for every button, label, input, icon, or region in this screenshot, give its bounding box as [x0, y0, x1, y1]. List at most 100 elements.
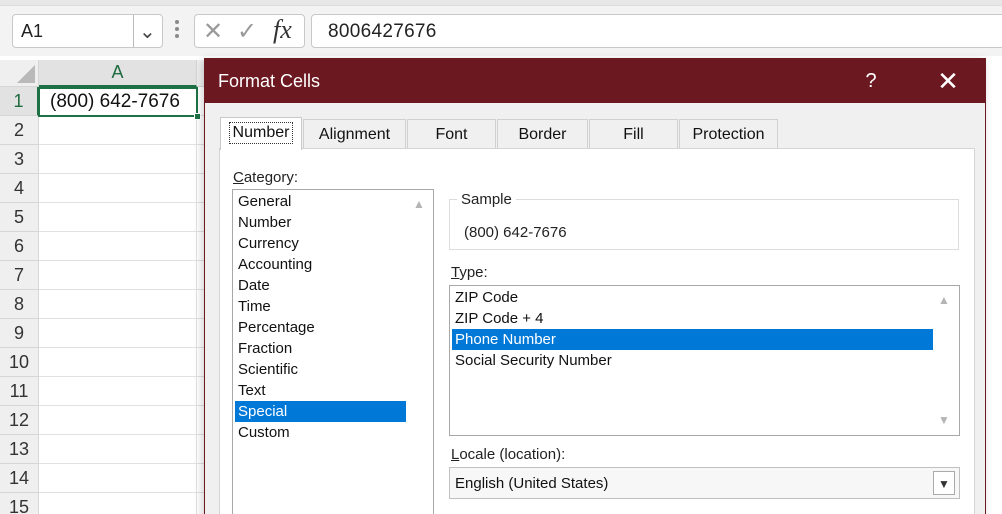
- formula-bar-buttons: ✕ ✓ fx: [194, 14, 305, 48]
- formula-bar-grip-icon[interactable]: [174, 18, 180, 40]
- category-item[interactable]: Scientific: [235, 359, 406, 380]
- tab-font[interactable]: Font: [407, 119, 496, 149]
- cell-row[interactable]: [39, 174, 209, 203]
- help-button[interactable]: ?: [851, 63, 891, 99]
- cell-row[interactable]: [39, 319, 209, 348]
- chevron-down-icon[interactable]: ▼: [933, 471, 955, 495]
- cell-row[interactable]: [39, 232, 209, 261]
- gridline: [196, 377, 197, 406]
- close-button[interactable]: ✕: [925, 63, 971, 99]
- row-header[interactable]: 11: [0, 377, 39, 406]
- gridline: [196, 145, 197, 174]
- cell-row[interactable]: [39, 377, 209, 406]
- cell-row[interactable]: [39, 464, 209, 493]
- category-item[interactable]: Custom: [235, 422, 406, 443]
- gridline: [196, 319, 197, 348]
- cell-row[interactable]: [39, 203, 209, 232]
- gridline: [196, 174, 197, 203]
- category-list[interactable]: General Number Currency Accounting Date Time P…: [232, 189, 434, 514]
- formula-input[interactable]: 8006427676: [311, 14, 1002, 48]
- cell-row[interactable]: [39, 406, 209, 435]
- type-item[interactable]: ZIP Code + 4: [452, 308, 933, 329]
- cell-row[interactable]: [39, 145, 209, 174]
- number-tab-panel: Category: General Number Currency Accountin…: [219, 148, 975, 514]
- category-item[interactable]: Accounting: [235, 254, 406, 275]
- locale-value: English (United States): [455, 475, 609, 492]
- chevron-up-icon[interactable]: ▲: [411, 196, 427, 212]
- tab-alignment[interactable]: Alignment: [303, 119, 406, 149]
- tab-border[interactable]: Border: [497, 119, 588, 149]
- name-box[interactable]: A1 ⌄: [12, 14, 163, 48]
- formula-bar: A1 ⌄ ✕ ✓ fx 8006427676: [0, 0, 1002, 56]
- row-header[interactable]: 5: [0, 203, 39, 232]
- chevron-down-icon[interactable]: ▼: [936, 412, 952, 428]
- chevron-up-icon[interactable]: ▲: [936, 292, 952, 308]
- cell-row[interactable]: [39, 261, 209, 290]
- row-header[interactable]: 2: [0, 116, 39, 145]
- tab-number[interactable]: Number: [220, 117, 302, 150]
- worksheet-grid: A 1 2 3 4 5 6 7 8 9 10 11 12 13 14 15 (800) 642-7676: [0, 60, 217, 514]
- cell-a1[interactable]: (800) 642-7676: [38, 87, 201, 120]
- category-item[interactable]: Percentage: [235, 317, 406, 338]
- cell-row[interactable]: [39, 435, 209, 464]
- type-item[interactable]: Social Security Number: [452, 350, 933, 371]
- gridline: [196, 348, 197, 377]
- formula-value: 8006427676: [328, 21, 437, 42]
- category-item[interactable]: Special: [235, 401, 406, 422]
- row-header[interactable]: 8: [0, 290, 39, 319]
- locale-label: Locale (location):: [451, 446, 566, 463]
- type-list[interactable]: ZIP Code ZIP Code + 4 Phone Number Social S…: [449, 285, 960, 436]
- tab-protection[interactable]: Protection: [679, 119, 778, 149]
- category-item[interactable]: General: [235, 191, 406, 212]
- cell-row[interactable]: [39, 290, 209, 319]
- type-item[interactable]: Phone Number: [452, 329, 933, 350]
- column-header-a[interactable]: A: [39, 60, 197, 87]
- tab-fill[interactable]: Fill: [589, 119, 678, 149]
- category-item[interactable]: Time: [235, 296, 406, 317]
- format-cells-dialog: Format Cells ? ✕ Number Alignment Font B…: [204, 58, 986, 514]
- type-item[interactable]: ZIP Code: [452, 287, 933, 308]
- gridline: [196, 203, 197, 232]
- enter-icon[interactable]: ✓: [237, 17, 257, 46]
- dialog-title: Format Cells: [218, 71, 321, 91]
- gridline: [196, 290, 197, 319]
- cell-row[interactable]: [39, 116, 209, 145]
- category-item[interactable]: Currency: [235, 233, 406, 254]
- dialog-body: Number Alignment Font Border Fill Protec…: [205, 103, 985, 514]
- gridline: [196, 493, 197, 514]
- row-header[interactable]: 9: [0, 319, 39, 348]
- dialog-titlebar[interactable]: Format Cells ? ✕: [205, 59, 985, 103]
- gridline: [196, 232, 197, 261]
- row-header[interactable]: 7: [0, 261, 39, 290]
- category-item[interactable]: Number: [235, 212, 406, 233]
- gridline: [196, 464, 197, 493]
- name-box-value: A1: [21, 21, 44, 41]
- sample-value: (800) 642-7676: [464, 224, 567, 241]
- select-all-button[interactable]: [0, 60, 39, 87]
- row-header[interactable]: 15: [0, 493, 39, 514]
- category-item[interactable]: Fraction: [235, 338, 406, 359]
- row-header[interactable]: 6: [0, 232, 39, 261]
- insert-function-icon[interactable]: fx: [273, 15, 292, 45]
- gridline: [196, 435, 197, 464]
- row-header[interactable]: 1: [0, 87, 39, 116]
- chevron-down-icon[interactable]: ⌄: [139, 19, 156, 44]
- row-header[interactable]: 14: [0, 464, 39, 493]
- ribbon-edge: [0, 0, 1002, 6]
- cancel-icon[interactable]: ✕: [203, 17, 223, 46]
- name-box-divider: [133, 15, 134, 47]
- cell-row[interactable]: [39, 493, 209, 514]
- cell-row[interactable]: [39, 348, 209, 377]
- row-header[interactable]: 3: [0, 145, 39, 174]
- locale-select[interactable]: English (United States) ▼: [449, 467, 960, 499]
- row-header[interactable]: 13: [0, 435, 39, 464]
- row-header[interactable]: 4: [0, 174, 39, 203]
- type-label: Type:: [451, 264, 488, 281]
- category-item[interactable]: Text: [235, 380, 406, 401]
- gridline: [196, 406, 197, 435]
- dialog-tabs: Number Alignment Font Border Fill Protec…: [220, 117, 980, 150]
- category-item[interactable]: Date: [235, 275, 406, 296]
- row-header[interactable]: 10: [0, 348, 39, 377]
- fill-handle[interactable]: [194, 113, 201, 120]
- row-header[interactable]: 12: [0, 406, 39, 435]
